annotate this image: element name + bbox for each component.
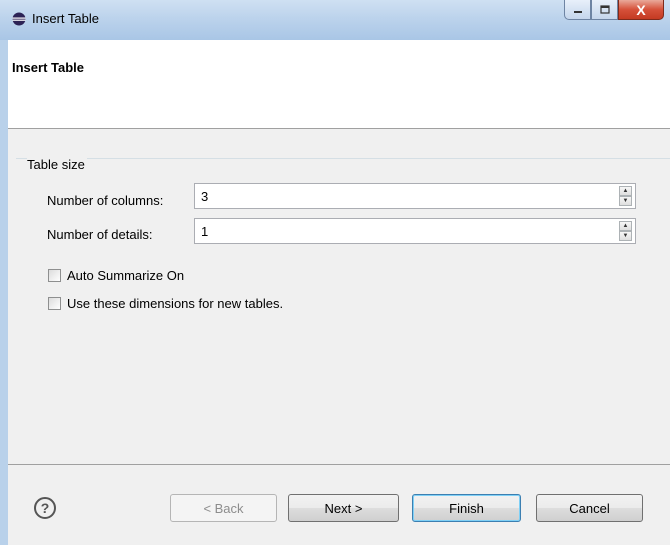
finish-button[interactable]: Finish	[412, 494, 521, 522]
maximize-icon	[599, 5, 610, 14]
maximize-button[interactable]	[591, 0, 618, 20]
auto-summarize-checkbox[interactable]	[48, 269, 61, 282]
group-divider	[16, 158, 670, 160]
columns-label: Number of columns:	[47, 193, 164, 208]
close-button[interactable]: X	[618, 0, 664, 20]
page-title: Insert Table	[12, 60, 85, 75]
minimize-icon	[573, 10, 582, 13]
columns-down-arrow-icon[interactable]: ▼	[619, 196, 632, 206]
window-title: Insert Table	[32, 11, 99, 26]
auto-summarize-label[interactable]: Auto Summarize On	[67, 268, 184, 283]
details-down-arrow-icon[interactable]: ▼	[619, 231, 632, 241]
app-icon	[12, 12, 26, 26]
columns-up-arrow-icon[interactable]: ▲	[619, 186, 632, 196]
details-label: Number of details:	[47, 227, 153, 242]
details-value[interactable]: 1	[201, 224, 208, 239]
close-icon: X	[636, 1, 646, 18]
window-titlebar[interactable]: Insert Table X	[0, 0, 670, 40]
cancel-button[interactable]: Cancel	[536, 494, 643, 522]
back-button[interactable]: < Back	[170, 494, 277, 522]
details-spinner[interactable]: 1 ▲ ▼	[194, 218, 636, 244]
columns-spinner[interactable]: 3 ▲ ▼	[194, 183, 636, 209]
footer-divider	[8, 464, 670, 466]
use-dimensions-label[interactable]: Use these dimensions for new tables.	[67, 296, 283, 311]
minimize-button[interactable]	[564, 0, 591, 20]
details-up-arrow-icon[interactable]: ▲	[619, 221, 632, 231]
group-title: Table size	[27, 157, 87, 172]
columns-value[interactable]: 3	[201, 189, 208, 204]
help-icon[interactable]: ?	[34, 497, 56, 519]
wizard-header: Insert Table	[8, 40, 670, 129]
dialog-body: Insert Table Table size Number of column…	[8, 40, 670, 545]
next-button[interactable]: Next >	[288, 494, 399, 522]
use-dimensions-checkbox[interactable]	[48, 297, 61, 310]
